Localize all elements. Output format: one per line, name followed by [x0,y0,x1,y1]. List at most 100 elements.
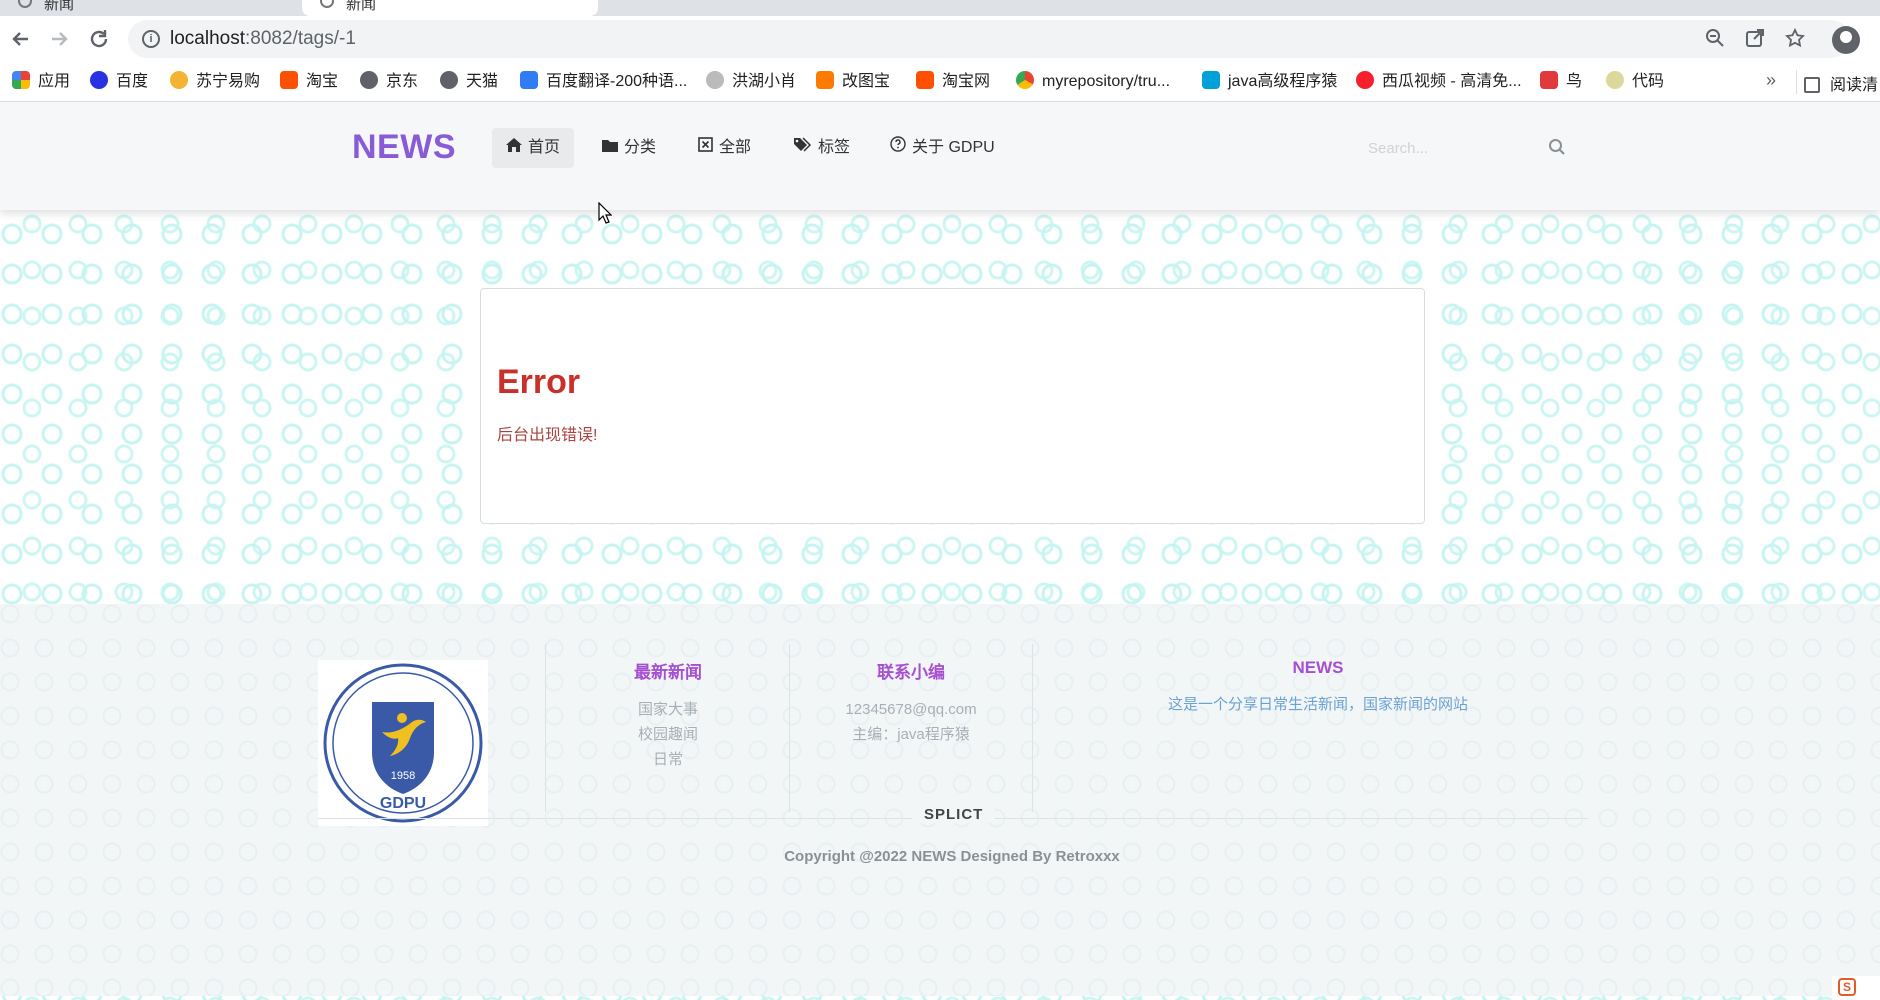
browser-tab[interactable]: 新闻 [0,0,298,16]
globe-icon [360,71,378,89]
footer-link[interactable]: 日常 [592,747,744,772]
nav-item-all[interactable]: 全部 [684,128,765,168]
site-footer: 1958 GDPU 最新新闻 国家大事 校园趣闻 日常 联系小编 1234567… [0,604,1880,996]
square-x-icon [698,128,713,168]
address-bar[interactable]: i localhost:8082/tags/-1 [128,20,1850,58]
bookmarks-divider [1796,70,1797,94]
bookmark-item[interactable]: 京东 [360,71,418,93]
forward-arrow-icon[interactable] [46,26,72,52]
bookmark-label: java高级程序猿 [1228,73,1338,90]
zoom-icon[interactable] [1704,28,1726,50]
apps-grid-icon [12,71,30,89]
chrome-icon [1016,71,1034,89]
bookmarks-bar: 应用 百度 苏宁易购 淘宝 京东 天猫 百度翻译-200种语... 洪湖小肖 改… [0,62,1880,102]
taobao-icon [916,71,934,89]
nav-label: 全部 [719,139,752,156]
bookmark-star-icon[interactable] [1784,27,1806,50]
logo-year: 1958 [391,770,415,782]
globe-icon [320,0,334,8]
home-icon [506,128,522,168]
copyright-text: Copyright @2022 NEWS Designed By Retroxx… [784,848,1120,865]
bookmark-item[interactable]: 淘宝 [280,71,338,93]
bookmark-item[interactable]: java高级程序猿 [1202,71,1337,93]
footer-heading: 联系小编 [877,663,945,682]
bookmark-item[interactable]: 天猫 [440,71,498,93]
reading-mode-button[interactable]: 阅读清 [1804,71,1878,95]
bookmark-item[interactable]: 改图宝 [816,71,890,93]
footer-contact: 联系小编 12345678@qq.com 主编：java程序猿 [815,658,1007,747]
reader-icon [1804,77,1820,93]
divider-label: SPLICT [912,806,996,823]
bookmark-item[interactable]: myrepository/tru... [1016,71,1170,93]
bookmark-label: myrepository/tru... [1042,73,1171,90]
suning-icon [170,71,188,89]
bookmark-item[interactable]: 淘宝网 [916,71,990,93]
bookmark-item[interactable]: 鸟 [1540,71,1582,93]
tags-icon [794,128,812,168]
share-icon[interactable] [1744,28,1766,50]
site-info-icon[interactable]: i [142,30,160,48]
nav-label: 分类 [624,139,657,156]
gdpu-logo: 1958 GDPU [318,660,488,826]
footer-heading: 最新新闻 [634,663,702,682]
contact-editor: 主编：java程序猿 [852,726,970,743]
nav-item-about[interactable]: 关于 GDPU [876,128,1009,168]
bookmark-item[interactable]: 百度 [90,71,148,93]
bird-red-icon [1540,71,1558,89]
error-title: Error [497,363,581,401]
leaf-icon [1606,71,1624,89]
bookmark-label: 淘宝 [306,73,339,90]
bookmark-label: 改图宝 [842,73,891,90]
bookmark-label: 百度翻译-200种语... [546,73,688,90]
baidu-paw-icon [90,71,108,89]
footer-about: NEWS 这是一个分享日常生活新闻，国家新闻的网站 [1098,658,1538,717]
nav-label: 关于 GDPU [912,139,995,156]
reload-icon[interactable] [86,26,112,52]
bookmark-item[interactable]: 代码 [1606,71,1664,93]
taobao-icon [280,71,298,89]
bookmark-item[interactable]: 百度翻译-200种语... [520,71,687,93]
bookmark-item[interactable]: 洪湖小肖 [706,71,796,93]
footer-divider [1032,644,1033,812]
browser-tab-active[interactable]: 新闻 [302,0,598,16]
footer-latest-news: 最新新闻 国家大事 校园趣闻 日常 [592,658,744,772]
url-host: localhost [170,28,245,49]
more-bookmarks-icon[interactable]: » [1766,70,1776,91]
bookmark-label: 鸟 [1566,73,1583,90]
footer-link[interactable]: 校园趣闻 [592,722,744,747]
nav-item-categories[interactable]: 分类 [588,128,670,168]
bird-icon [706,71,724,89]
nav-item-tags[interactable]: 标签 [780,128,864,168]
logo-text: GDPU [380,795,426,812]
folder-icon [602,128,618,168]
bookmark-label: 代码 [1632,73,1665,90]
search-icon[interactable] [1548,138,1566,156]
site-navbar: NEWS 首页 分类 全部 标签 关于 GDPU [0,102,1880,210]
site-description: 这是一个分享日常生活新闻，国家新闻的网站 [1167,696,1468,713]
bookmark-apps[interactable]: 应用 [12,71,70,93]
bookmark-item[interactable]: 西瓜视频 - 高清免... [1356,71,1522,93]
browser-tab-strip: 新闻 新闻 [0,0,1880,16]
footer-divider [789,644,790,812]
url-path: :8082/tags/-1 [245,28,356,49]
globe-icon [440,71,458,89]
back-arrow-icon[interactable] [8,26,34,52]
error-message: 后台出现错误! [497,427,598,444]
contact-email[interactable]: 12345678@qq.com [815,697,1007,722]
sogou-input-icon[interactable]: S [1838,978,1856,996]
browser-toolbar: i localhost:8082/tags/-1 [0,16,1880,62]
xigua-icon [1356,71,1374,89]
bookmark-label: 淘宝网 [942,73,991,90]
footer-link[interactable]: 国家大事 [592,697,744,722]
gaitubao-icon [816,71,834,89]
bookmark-item[interactable]: 苏宁易购 [170,71,260,93]
profile-avatar-icon[interactable] [1832,26,1860,54]
bookmark-label: 苏宁易购 [196,73,261,90]
tab-title: 新闻 [44,0,75,13]
nav-label: 首页 [528,139,561,156]
bookmark-label: 应用 [38,73,71,90]
question-circle-icon [890,128,906,168]
nav-item-home[interactable]: 首页 [492,128,575,168]
site-brand[interactable]: NEWS [352,128,456,167]
url-text[interactable]: localhost:8082/tags/-1 [170,28,356,50]
